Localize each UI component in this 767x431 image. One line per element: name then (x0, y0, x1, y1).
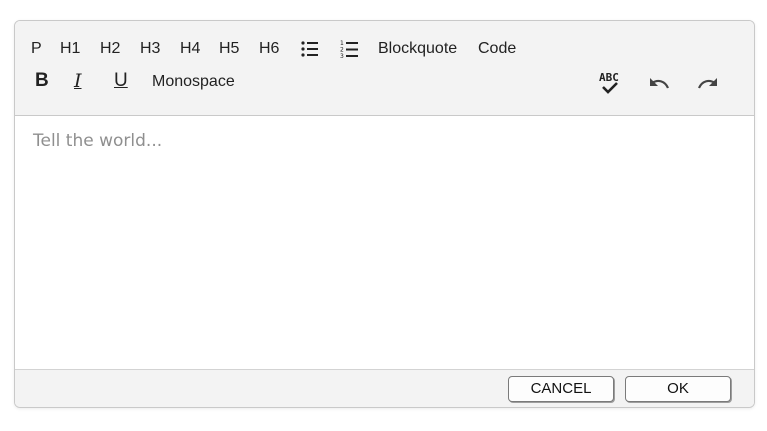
heading6-button[interactable]: H6 (259, 39, 279, 59)
editor-content-area[interactable]: Tell the world... (15, 116, 754, 369)
dialog-footer: CANCEL OK (15, 369, 754, 407)
heading2-button[interactable]: H2 (100, 39, 120, 59)
svg-text:3: 3 (340, 53, 344, 59)
italic-button[interactable]: I (74, 71, 82, 91)
underline-button[interactable]: U (114, 71, 128, 91)
heading5-button[interactable]: H5 (219, 39, 239, 59)
ok-button[interactable]: OK (625, 376, 731, 402)
blockquote-button[interactable]: Blockquote (378, 39, 457, 59)
ordered-list-icon[interactable]: 1 2 3 (340, 39, 358, 59)
monospace-button[interactable]: Monospace (152, 72, 235, 92)
heading3-button[interactable]: H3 (140, 39, 160, 59)
editor-placeholder: Tell the world... (33, 131, 163, 151)
redo-icon[interactable] (697, 75, 719, 91)
cancel-button[interactable]: CANCEL (508, 376, 614, 402)
spellcheck-icon[interactable]: ABC (598, 70, 622, 96)
heading4-button[interactable]: H4 (180, 39, 200, 59)
undo-icon[interactable] (648, 75, 670, 91)
heading1-button[interactable]: H1 (60, 39, 80, 59)
unordered-list-icon[interactable] (301, 40, 318, 58)
code-button[interactable]: Code (478, 39, 516, 59)
bold-button[interactable]: B (35, 71, 49, 91)
editor-toolbar: P H1 H2 H3 H4 H5 H6 1 2 3 Blockquote Cod… (15, 21, 754, 116)
paragraph-button[interactable]: P (31, 39, 42, 59)
svg-text:ABC: ABC (599, 71, 619, 84)
rich-text-editor: P H1 H2 H3 H4 H5 H6 1 2 3 Blockquote Cod… (14, 20, 755, 408)
